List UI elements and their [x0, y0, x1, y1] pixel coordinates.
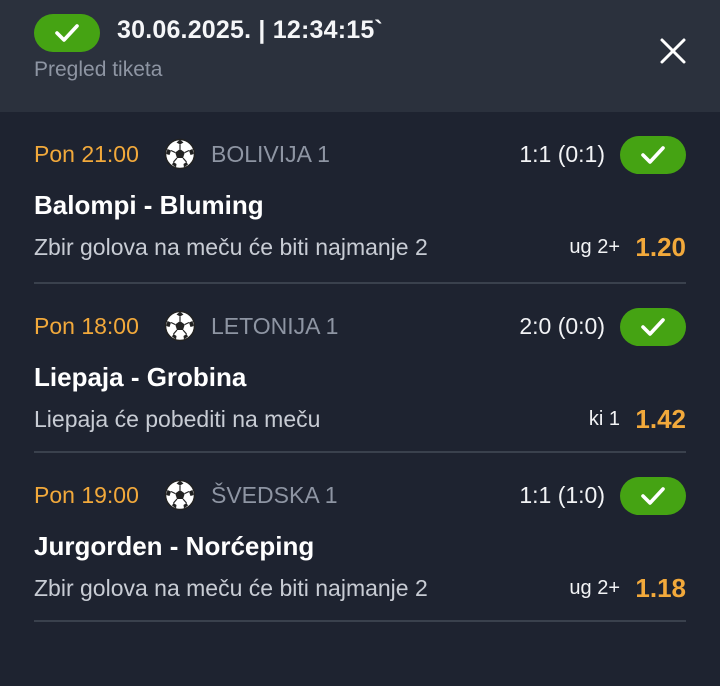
check-icon — [641, 318, 665, 336]
event-status-badge — [620, 477, 686, 515]
close-button[interactable] — [658, 36, 688, 66]
event-time: Pon 21:00 — [34, 141, 139, 167]
event-status-badge — [620, 308, 686, 346]
event-league: LETONIJA 1 — [211, 313, 339, 339]
event-league: BOLIVIJA 1 — [211, 141, 330, 167]
ticket-datetime: 30.06.2025. | 12:34:15` — [117, 16, 383, 44]
event-market: ug 2+ — [569, 236, 620, 258]
event-score: 1:1 (0:1) — [519, 141, 605, 167]
event-odds: 1.18 — [635, 573, 686, 603]
event-teams: Balompi - Bluming — [34, 190, 264, 220]
check-icon — [55, 24, 79, 42]
check-icon — [641, 487, 665, 505]
event-league: ŠVEDSKA 1 — [211, 482, 338, 508]
ticket-subtitle: Pregled tiketa — [34, 58, 163, 81]
event-list: Pon 21:00 BOLIVIJA 1 1:1 (0:1) Balompi -… — [0, 112, 720, 622]
event-pick: Zbir golova na meču će biti najmanje 2 — [34, 575, 428, 601]
event-odds: 1.20 — [635, 232, 686, 262]
event-row[interactable]: Pon 21:00 BOLIVIJA 1 1:1 (0:1) Balompi -… — [34, 112, 686, 284]
close-icon — [660, 38, 686, 64]
event-score: 1:1 (1:0) — [519, 482, 605, 508]
ticket-header: 30.06.2025. | 12:34:15` Pregled tiketa — [0, 0, 720, 112]
event-odds: 1.42 — [635, 404, 686, 434]
event-teams: Liepaja - Grobina — [34, 362, 247, 392]
event-meta: Pon 19:00 ŠVEDSKA 1 1:1 (1:0) — [34, 477, 686, 517]
event-score: 2:0 (0:0) — [519, 313, 605, 339]
event-meta: Pon 21:00 BOLIVIJA 1 1:1 (0:1) — [34, 136, 686, 176]
event-pick: Liepaja će pobediti na meču — [34, 406, 321, 432]
check-icon — [641, 146, 665, 164]
ticket-status-badge — [34, 14, 100, 52]
event-row[interactable]: Pon 18:00 LETONIJA 1 2:0 (0:0) Liepaja -… — [34, 284, 686, 453]
event-status-badge — [620, 136, 686, 174]
event-row[interactable]: Pon 19:00 ŠVEDSKA 1 1:1 (1:0) Jurgorden … — [34, 453, 686, 622]
event-meta: Pon 18:00 LETONIJA 1 2:0 (0:0) — [34, 308, 686, 348]
event-teams: Jurgorden - Norćeping — [34, 531, 315, 561]
soccer-ball-icon — [164, 138, 196, 170]
event-pick: Zbir golova na meču će biti najmanje 2 — [34, 234, 428, 260]
soccer-ball-icon — [164, 310, 196, 342]
event-time: Pon 19:00 — [34, 482, 139, 508]
event-market: ki 1 — [588, 408, 620, 430]
event-market: ug 2+ — [569, 577, 620, 599]
soccer-ball-icon — [164, 479, 196, 511]
event-time: Pon 18:00 — [34, 313, 139, 339]
